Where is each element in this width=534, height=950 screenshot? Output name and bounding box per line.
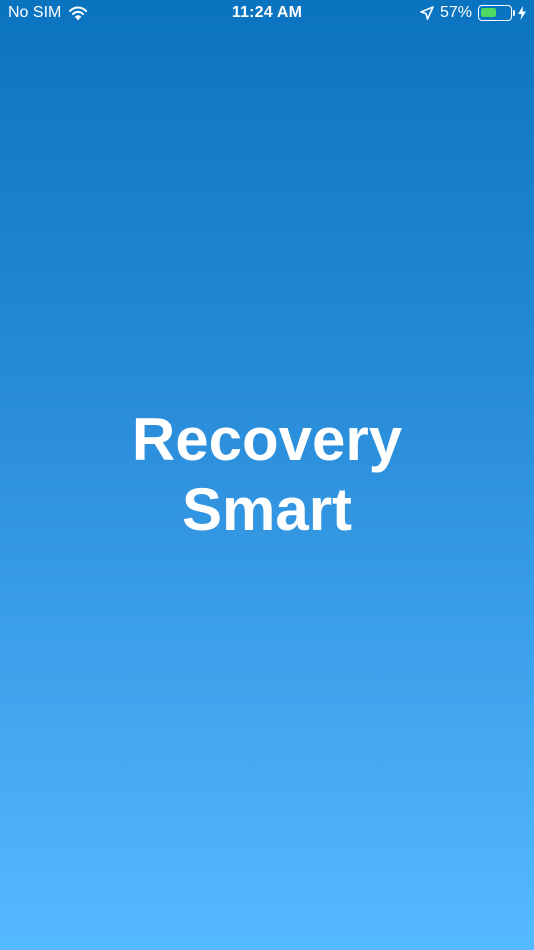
location-arrow-icon xyxy=(420,6,434,20)
charging-bolt-icon xyxy=(518,6,526,20)
app-title-line1: Recovery xyxy=(131,406,403,473)
battery-percent: 57% xyxy=(439,4,472,21)
status-right: 57% xyxy=(420,4,526,22)
app-title-line2: Smart xyxy=(181,476,353,543)
status-bar: No SIM 11:24 AM 57% xyxy=(0,0,534,28)
splash-screen: No SIM 11:24 AM 57% Recovery Smart xyxy=(0,0,534,950)
app-title: Recovery Smart xyxy=(0,405,534,545)
battery-icon xyxy=(478,5,515,21)
battery-tip xyxy=(513,10,515,16)
battery-level-fill xyxy=(481,8,496,17)
